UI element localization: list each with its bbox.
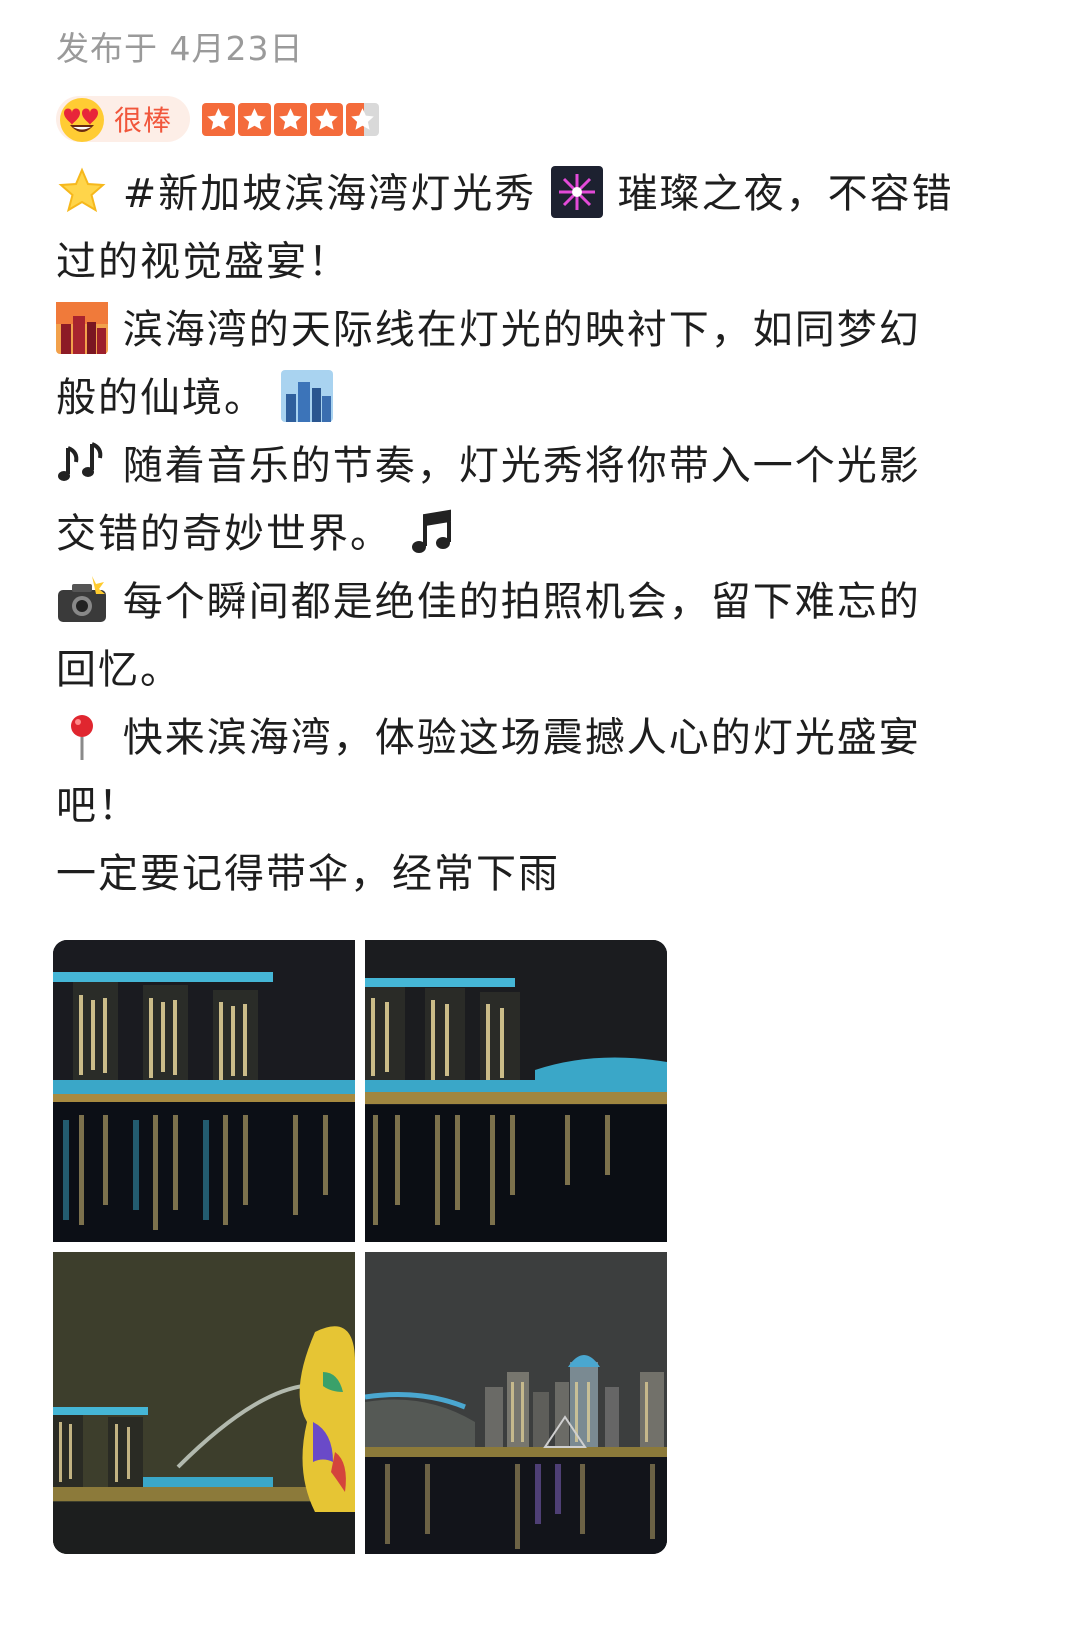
music-note-icon: [411, 509, 451, 553]
photo-marina-bay-reflection[interactable]: [365, 940, 667, 1242]
photo-grid: [53, 940, 677, 1564]
content-line: 吧！: [56, 783, 140, 829]
photo-skyline[interactable]: [365, 1252, 667, 1554]
post-content: #新加坡滨海湾灯光秀 璀璨之夜，不容错 过的视觉盛宴！ 滨海湾的天际线在灯光的映…: [56, 160, 986, 908]
content-line: 般的仙境。: [56, 364, 986, 432]
star-icon: [238, 102, 272, 136]
photo-image: [365, 940, 667, 1242]
photo-marina-bay-sands[interactable]: [53, 940, 355, 1242]
post-date: 发布于 4月23日: [56, 29, 304, 68]
content-line: 过的视觉盛宴！: [56, 239, 350, 285]
half-star-icon: [346, 102, 380, 136]
cityscape-icon: [280, 370, 333, 422]
pin-icon: [71, 715, 93, 760]
rating-badge: 很棒: [56, 96, 191, 142]
content-line: 随着音乐的节奏，灯光秀将你带入一个光影: [56, 432, 986, 500]
star-icon: [274, 102, 308, 136]
rating-label: 很棒: [114, 104, 173, 137]
city-sunset-icon: [56, 302, 108, 354]
content-line: 交错的奇妙世界。: [56, 500, 986, 568]
content-line: 一定要记得带伞，经常下雨: [56, 851, 560, 897]
fireworks-icon: [550, 166, 603, 218]
photo-image: [53, 940, 355, 1242]
photo-merlion[interactable]: [53, 1252, 355, 1554]
photo-image: [365, 1252, 667, 1554]
content-line: 每个瞬间都是绝佳的拍照机会，留下难忘的: [56, 568, 986, 636]
content-line: 快来滨海湾，体验这场震撼人心的灯光盛宴: [56, 704, 986, 772]
content-line: #新加坡滨海湾灯光秀 璀璨之夜，不容错: [56, 160, 986, 228]
photo-image: [53, 1252, 355, 1554]
star-icon: [202, 102, 236, 136]
glowing-star-icon: [58, 167, 106, 213]
star-icon: [310, 102, 344, 136]
music-notes-icon: [58, 442, 103, 481]
content-line: 回忆。: [56, 647, 182, 693]
star-rating: [202, 102, 382, 136]
camera-flash-icon: [58, 576, 106, 622]
rating-row: 很棒: [56, 92, 382, 146]
content-line: 滨海湾的天际线在灯光的映衬下，如同梦幻: [56, 296, 986, 364]
heart-eyes-emoji-icon: [60, 98, 104, 142]
